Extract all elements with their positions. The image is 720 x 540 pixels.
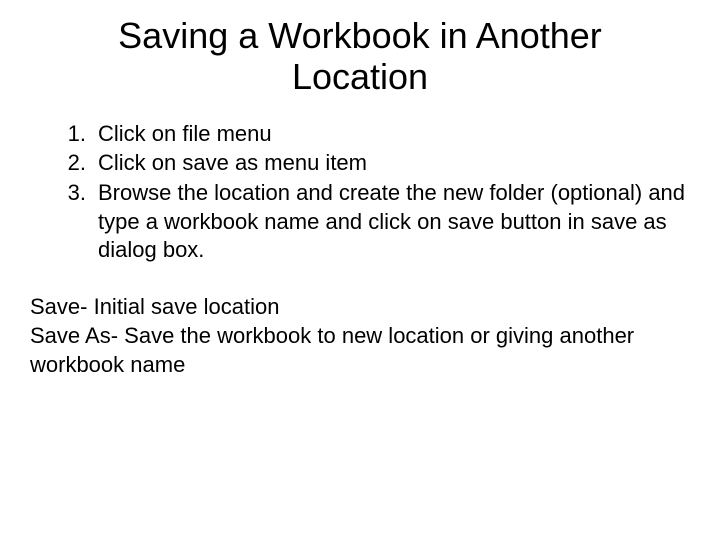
list-item: Browse the location and create the new f… [30,179,690,265]
slide-title: Saving a Workbook in Another Location [30,15,690,98]
list-item: Click on save as menu item [30,149,690,178]
list-item: Click on file menu [30,120,690,149]
steps-list: Click on file menu Click on save as menu… [30,120,690,265]
note-line: Save As- Save the workbook to new locati… [30,322,690,379]
notes-section: Save- Initial save location Save As- Sav… [30,293,690,380]
note-line: Save- Initial save location [30,293,690,322]
